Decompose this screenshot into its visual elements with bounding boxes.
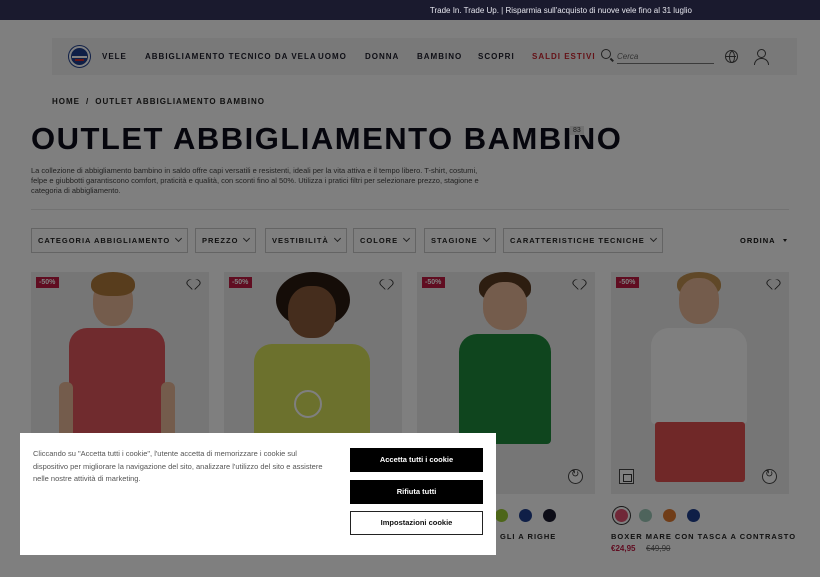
promo-bar: Trade In. Trade Up. | Risparmia sull'acq…: [0, 0, 820, 20]
cookie-settings-button[interactable]: Impostazioni cookie: [350, 511, 483, 535]
promo-message[interactable]: Trade In. Trade Up. | Risparmia sull'acq…: [430, 6, 692, 15]
reject-all-cookies-button[interactable]: Rifiuta tutti: [350, 480, 483, 504]
cookie-text: Cliccando su "Accetta tutti i cookie", l…: [33, 449, 323, 483]
cookie-banner: Cliccando su "Accetta tutti i cookie", l…: [20, 433, 496, 555]
accept-all-cookies-button[interactable]: Accetta tutti i cookie: [350, 448, 483, 472]
